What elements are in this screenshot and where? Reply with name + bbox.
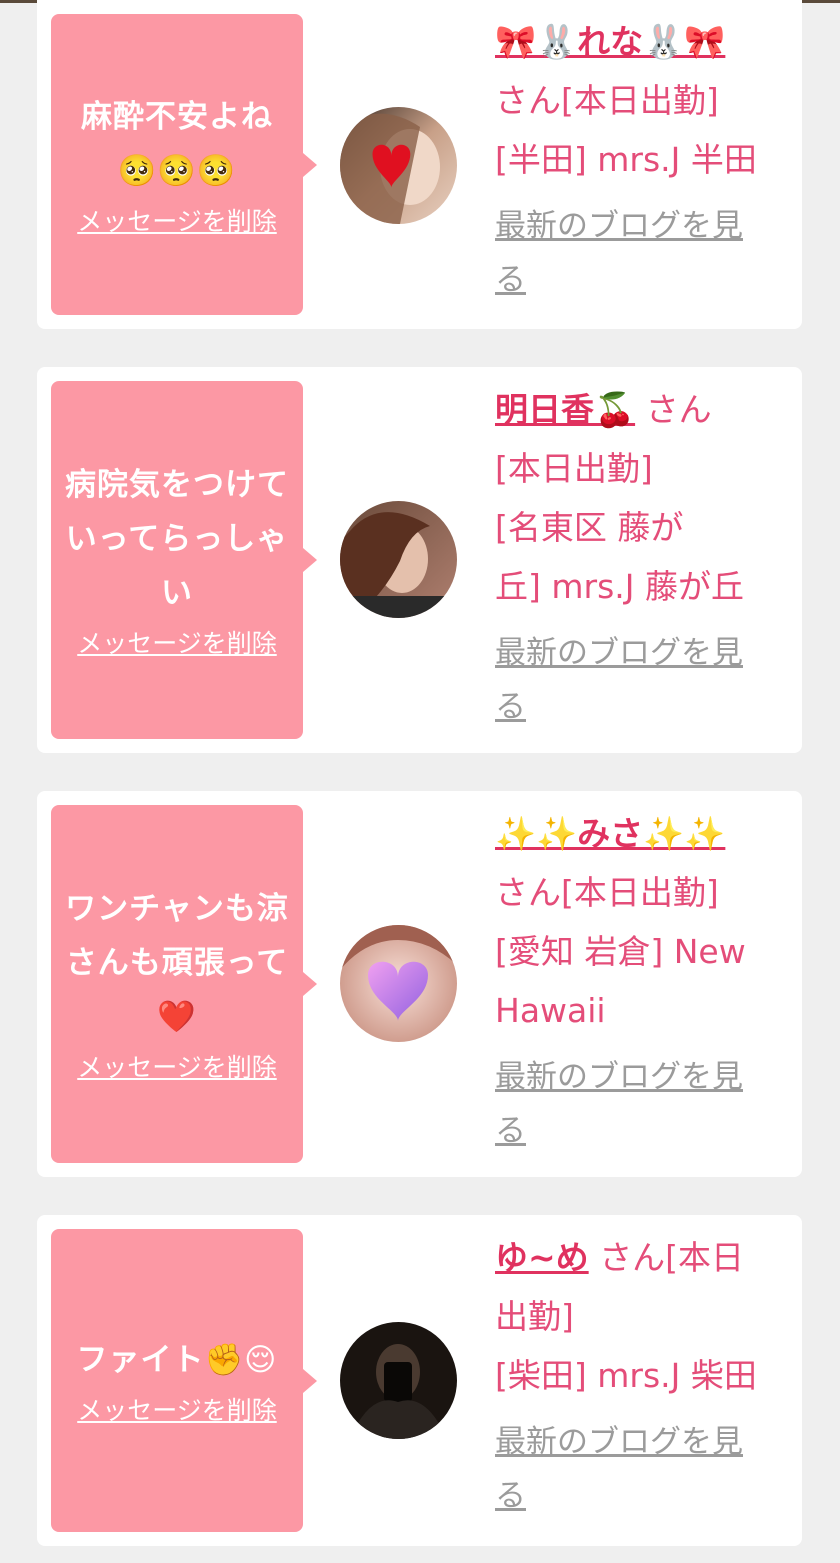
latest-blog-link[interactable]: 最新のブログを見 る (495, 1050, 785, 1158)
message-card: 麻酔不安よね 🥺🥺🥺 メッセージを削除 🎀🐰れな🐰🎀 さん[本日出勤] [半田]… (37, 0, 802, 329)
girl-name-link[interactable]: ✨✨みさ✨✨ (495, 814, 725, 853)
message-text: ファイト✊😌 (76, 1341, 278, 1378)
message-text: 麻酔不安よね 🥺🥺🥺 (81, 98, 273, 189)
girl-status: さん[本日出勤] [愛知 岩倉] New Hawaii (495, 873, 746, 1030)
delete-message-link[interactable]: メッセージを削除 (77, 1050, 277, 1086)
message-bubble: ファイト✊😌 メッセージを削除 (51, 1229, 317, 1532)
avatar[interactable] (340, 925, 457, 1042)
avatar[interactable] (340, 107, 457, 224)
latest-blog-link[interactable]: 最新のブログを見 る (495, 199, 785, 307)
girl-info: ✨✨みさ✨✨ さん[本日出勤] [愛知 岩倉] New Hawaii 最新のブロ… (495, 804, 785, 1158)
message-bubble: ワンチャンも涼 さんも頑張って ❤️ メッセージを削除 (51, 805, 317, 1163)
girl-info: ゆ~め さん[本日 出勤] [柴田] mrs.J 柴田 最新のブログを見 る (495, 1228, 785, 1523)
girl-info: 明日香🍒 さん [本日出勤] [名東区 藤が 丘] mrs.J 藤が丘 最新のブ… (495, 380, 785, 734)
message-card: ファイト✊😌 メッセージを削除 ゆ~め さん[本日 出勤] [柴田] mrs.J… (37, 1215, 802, 1546)
delete-message-link[interactable]: メッセージを削除 (77, 204, 277, 240)
avatar[interactable] (340, 501, 457, 618)
girl-name-link[interactable]: ゆ~め (495, 1238, 589, 1277)
girl-status: さん[本日出勤] [半田] mrs.J 半田 (495, 81, 757, 179)
avatar-photo-icon (340, 925, 457, 1042)
latest-blog-link[interactable]: 最新のブログを見 る (495, 626, 785, 734)
avatar-photo-icon (340, 107, 457, 224)
latest-blog-link[interactable]: 最新のブログを見 る (495, 1415, 785, 1523)
message-bubble: 麻酔不安よね 🥺🥺🥺 メッセージを削除 (51, 14, 317, 315)
delete-message-link[interactable]: メッセージを削除 (77, 626, 277, 662)
girl-name-link[interactable]: 明日香🍒 (495, 390, 635, 429)
avatar-photo-icon (340, 501, 457, 618)
avatar[interactable] (340, 1322, 457, 1439)
avatar-photo-icon (340, 1322, 457, 1439)
message-text: ワンチャンも涼 さんも頑張って ❤️ (65, 891, 289, 1035)
message-card: 病院気をつけて いってらっしゃ い メッセージを削除 明日香🍒 さん [本日出勤… (37, 367, 802, 753)
girl-name-link[interactable]: 🎀🐰れな🐰🎀 (495, 22, 725, 61)
message-bubble: 病院気をつけて いってらっしゃ い メッセージを削除 (51, 381, 317, 739)
girl-info: 🎀🐰れな🐰🎀 さん[本日出勤] [半田] mrs.J 半田 最新のブログを見 る (495, 12, 785, 307)
message-card: ワンチャンも涼 さんも頑張って ❤️ メッセージを削除 ✨✨みさ✨✨ さん[本日… (37, 791, 802, 1177)
message-text: 病院気をつけて いってらっしゃ い (65, 467, 289, 611)
delete-message-link[interactable]: メッセージを削除 (77, 1393, 277, 1429)
